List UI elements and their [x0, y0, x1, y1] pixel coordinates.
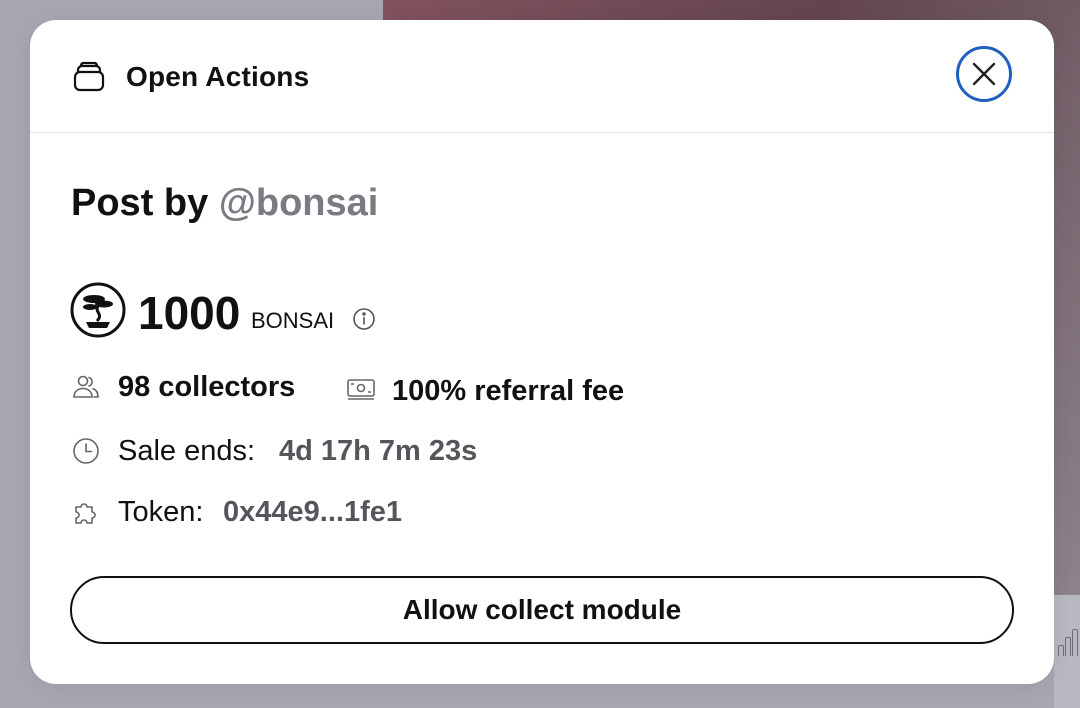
author-handle-link[interactable]: @bonsai: [219, 182, 379, 224]
signal-bars-icon: [1058, 628, 1078, 656]
money-icon: [347, 379, 375, 400]
puzzle-icon: [75, 503, 96, 524]
close-button[interactable]: [956, 46, 1012, 102]
sale-ends-label: Sale ends:: [118, 435, 256, 467]
users-icon: [73, 375, 99, 398]
price-row: 1000 BONSAI: [70, 282, 470, 339]
bonsai-token-logo: [70, 282, 126, 338]
modal-title: Open Actions: [126, 61, 310, 92]
price-amount: 1000: [138, 287, 241, 339]
sale-ends-countdown: 4d 17h 7m 23s: [279, 435, 478, 467]
post-by-label: Post by: [71, 182, 209, 224]
allow-collect-module-button[interactable]: Allow collect module: [70, 576, 1014, 644]
info-icon[interactable]: [352, 307, 376, 331]
open-actions-modal: Open Actions Post by @bonsai 1000 BONSAI: [30, 20, 1054, 684]
clock-icon: [73, 438, 99, 464]
token-label: Token:: [118, 496, 204, 528]
collectors-count: 98 collectors: [118, 371, 296, 403]
token-address-link[interactable]: 0x44e9...1fe1: [223, 496, 402, 529]
referral-fee: 100% referral fee: [392, 375, 625, 407]
price-currency: BONSAI: [251, 308, 335, 333]
stack-icon: [73, 61, 105, 92]
post-author-heading: Post by @bonsai: [71, 182, 378, 225]
modal-header: Open Actions: [30, 20, 1054, 133]
close-icon: [972, 62, 996, 86]
